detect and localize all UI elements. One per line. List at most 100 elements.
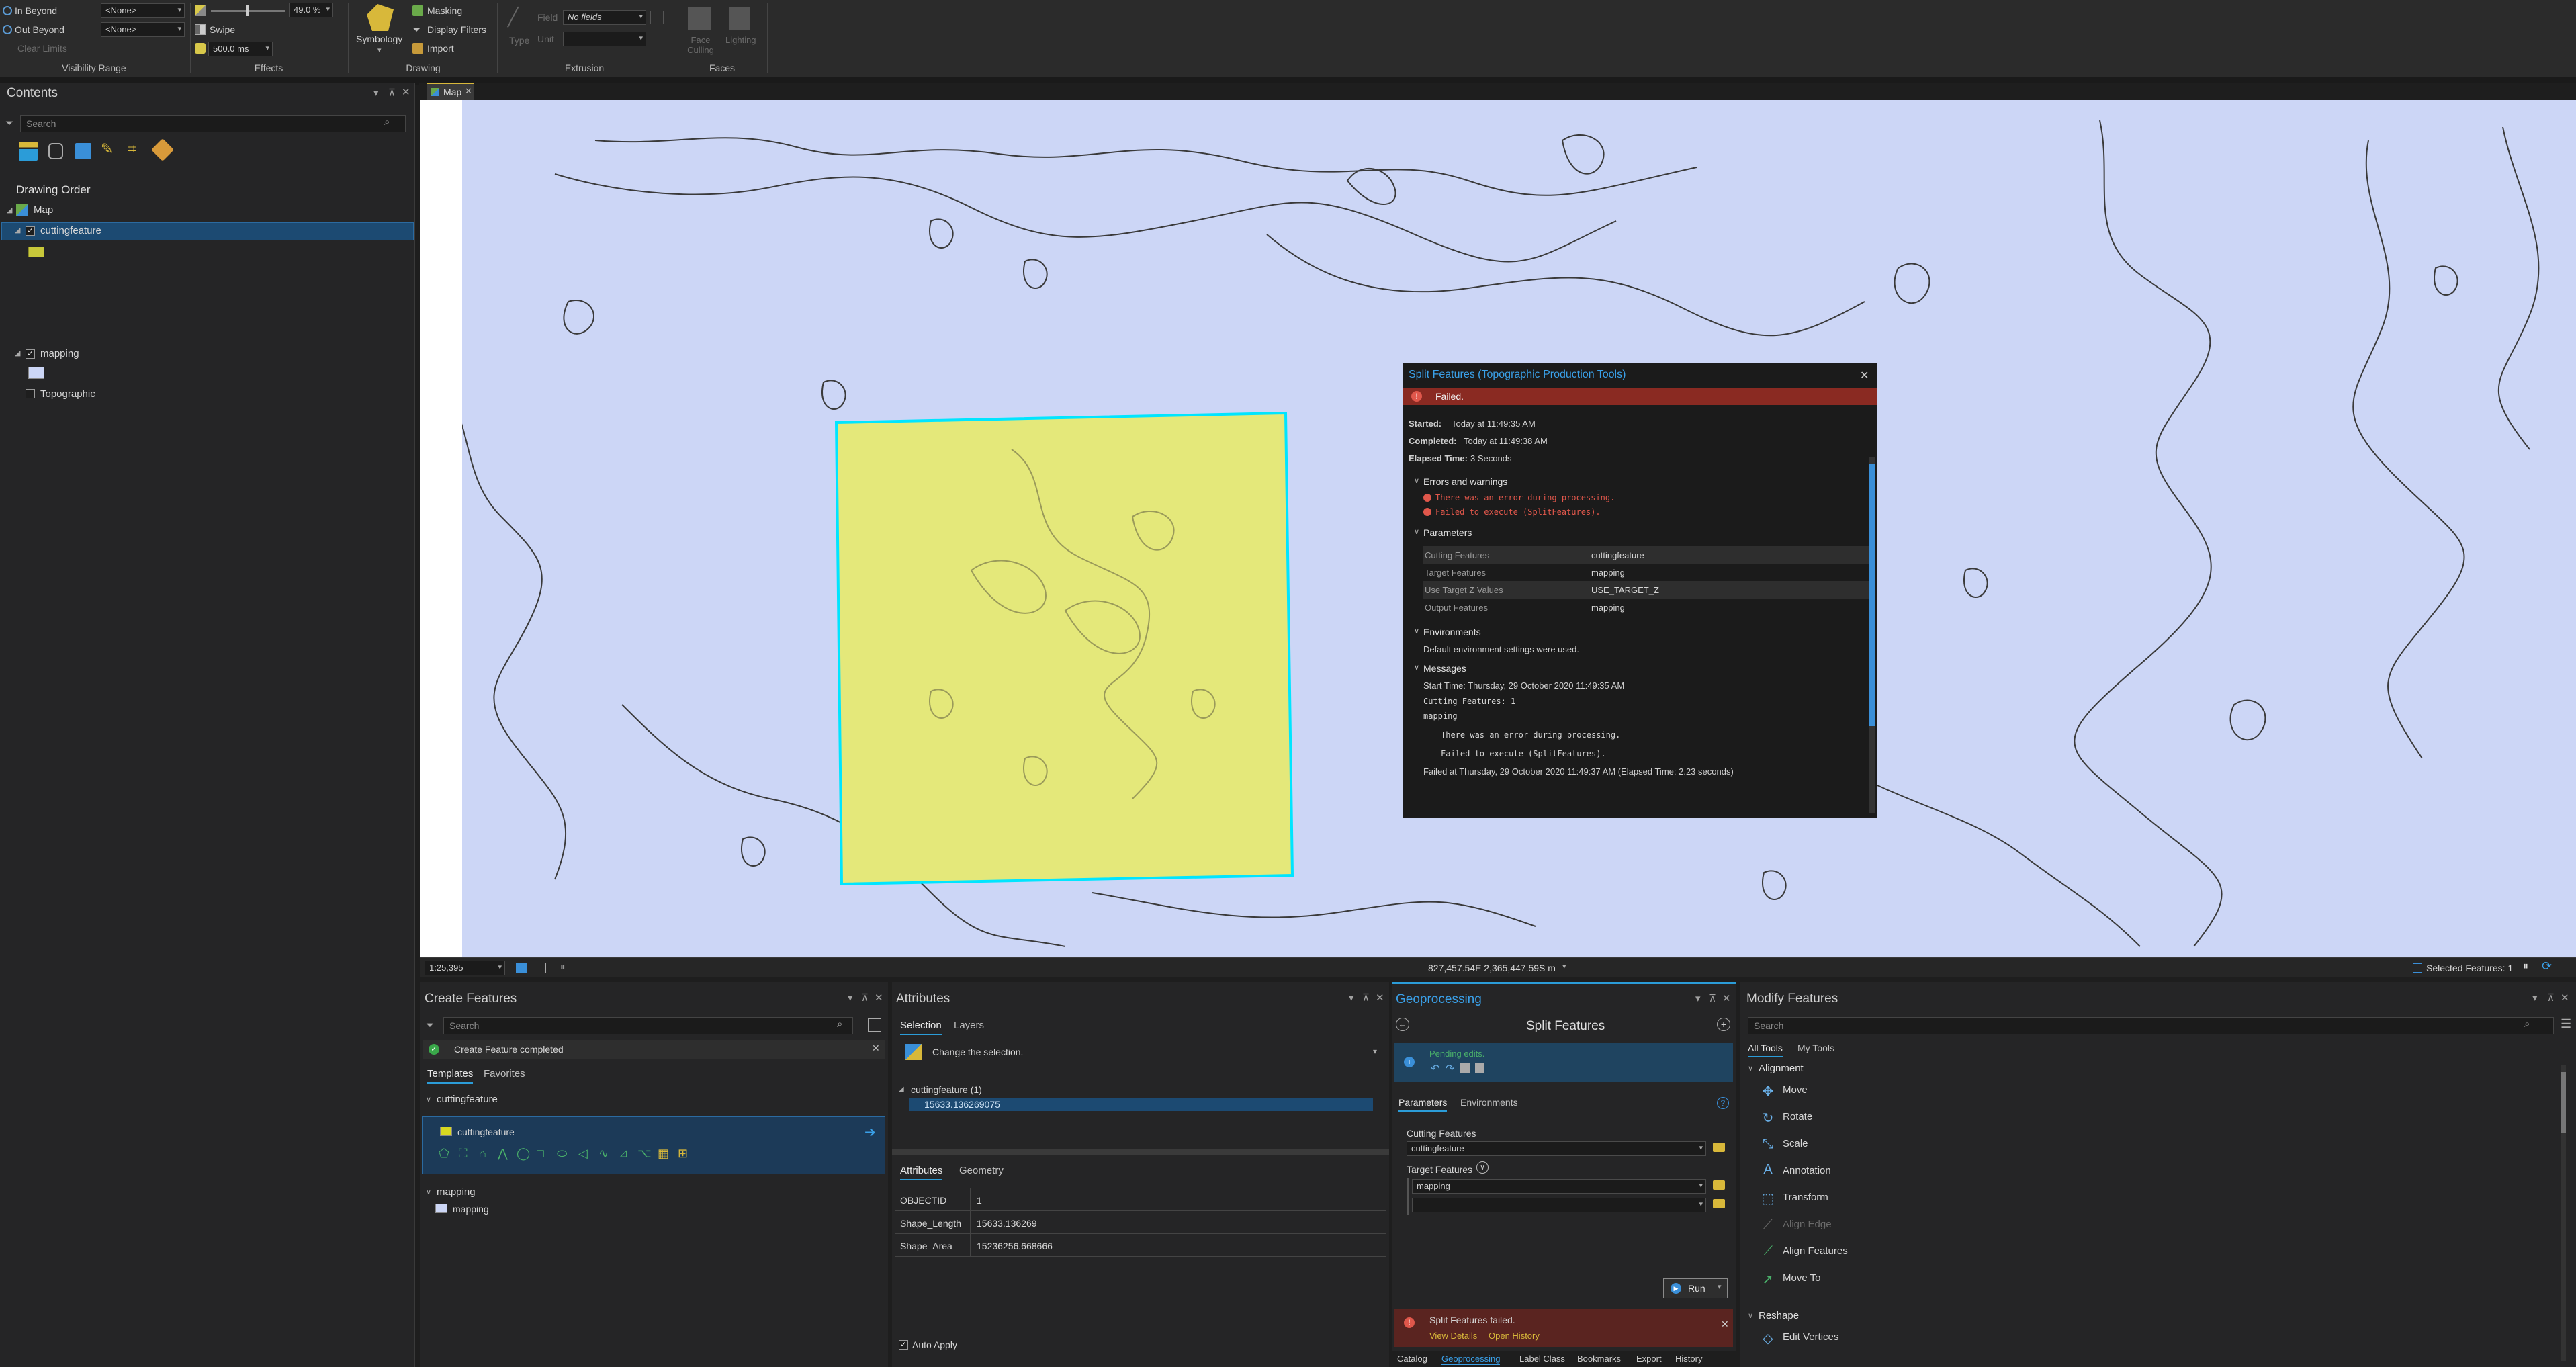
close-icon[interactable]: ✕ — [402, 86, 410, 98]
chevron-down-icon[interactable]: ▾ — [1373, 1047, 1377, 1056]
chevron-down-icon[interactable]: ∨ — [1414, 476, 1419, 485]
rectangle-tool-icon[interactable]: ⛶ — [459, 1147, 468, 1161]
layer-name[interactable]: mapping — [40, 348, 79, 359]
target-features-input[interactable]: mapping — [1412, 1179, 1706, 1194]
in-beyond-dropdown[interactable]: <None> — [101, 3, 185, 18]
contents-search-input[interactable]: Search — [20, 115, 406, 132]
tool-rotate[interactable]: ↻ Rotate — [1760, 1108, 2539, 1135]
field-value[interactable]: 15236256.668666 — [977, 1241, 1053, 1251]
refresh-icon[interactable]: ⟳ — [2542, 959, 2552, 973]
tab-templates[interactable]: Templates — [427, 1068, 474, 1084]
chevron-down-icon[interactable]: ▾ — [1718, 1282, 1722, 1291]
template-item-cuttingfeature[interactable]: cuttingfeature ➔ ⬠ ⛶ ⌂ ⋀ ◯ □ ⬭ ◁ ∿ ⊿ ⌥ ▦… — [422, 1116, 885, 1174]
redo-icon[interactable]: ↷ — [1446, 1062, 1454, 1075]
list-by-drawing-order-icon[interactable] — [19, 142, 38, 161]
chevron-down-icon[interactable]: ∨ — [1476, 1161, 1489, 1174]
target-features-input-empty[interactable] — [1412, 1198, 1706, 1212]
selected-features-count[interactable]: Selected Features: 1 — [2426, 963, 2513, 973]
scale-dropdown[interactable]: 1:25,395 — [425, 961, 505, 975]
expand-icon[interactable]: ◢ — [15, 226, 20, 234]
symbology-button[interactable]: Symbology — [356, 34, 402, 44]
help-icon[interactable]: ? — [1717, 1097, 1729, 1109]
messages-heading[interactable]: Messages — [1423, 663, 1466, 674]
open-history-link[interactable]: Open History — [1489, 1331, 1540, 1341]
polygon-tool-icon[interactable]: ⬠ — [439, 1147, 449, 1161]
expand-icon[interactable]: ◢ — [7, 206, 12, 214]
pause-drawing-icon[interactable]: ⏸ — [2523, 961, 2528, 973]
folder-icon[interactable] — [1713, 1199, 1725, 1208]
table-row[interactable]: Shape_Length 15633.136269 — [895, 1211, 1386, 1234]
tool-annotation[interactable]: A Annotation — [1760, 1162, 2539, 1189]
cut-tool-icon[interactable]: ▦ — [658, 1147, 669, 1161]
close-icon[interactable]: ✕ — [1721, 1319, 1729, 1330]
flicker-rate-input[interactable]: 500.0 ms — [208, 42, 273, 56]
pane-options-icon[interactable]: ▾ — [848, 991, 853, 1004]
auto-apply-label[interactable]: Auto Apply — [912, 1339, 957, 1350]
selection-tool-icon[interactable] — [905, 1044, 922, 1060]
tools-scrollbar-thumb[interactable] — [2561, 1072, 2566, 1133]
square-tool-icon[interactable]: □ — [537, 1147, 544, 1161]
autocomplete-tool-icon[interactable]: ⊿ — [619, 1147, 629, 1161]
tab-history[interactable]: History — [1675, 1354, 1702, 1364]
transparency-input[interactable]: 49.0 % — [289, 3, 333, 17]
alignment-heading[interactable]: Alignment — [1759, 1063, 1804, 1074]
filter-icon[interactable]: ⏷ — [5, 118, 13, 129]
menu-icon[interactable]: ☰ — [2561, 1017, 2571, 1031]
list-by-data-source-icon[interactable] — [48, 143, 63, 159]
tab-layers[interactable]: Layers — [954, 1020, 984, 1031]
tool-align-edge[interactable]: ⟋ Align Edge — [1760, 1216, 2539, 1243]
template-name[interactable]: mapping — [453, 1204, 489, 1215]
pane-options-icon[interactable]: ▾ — [1349, 991, 1354, 1004]
import-button[interactable]: Import — [427, 43, 454, 54]
errors-heading[interactable]: Errors and warnings — [1423, 476, 1507, 487]
chevron-down-icon[interactable]: ∨ — [1748, 1064, 1753, 1073]
chevron-down-icon[interactable]: ▾ — [1562, 962, 1566, 971]
tab-selection[interactable]: Selection — [900, 1020, 942, 1035]
view-details-link[interactable]: View Details — [1429, 1331, 1477, 1341]
cutting-features-input[interactable]: cuttingfeature — [1407, 1141, 1706, 1156]
chevron-down-icon[interactable]: ∨ — [1414, 663, 1419, 672]
close-icon[interactable]: ✕ — [2561, 991, 2569, 1004]
pin-icon[interactable]: ⊼ — [388, 87, 396, 99]
popup-scrollbar[interactable] — [1869, 457, 1875, 813]
expression-icon[interactable] — [650, 11, 664, 24]
field-value[interactable]: 1 — [977, 1195, 982, 1206]
list-by-labeling-icon[interactable] — [151, 138, 174, 161]
chevron-down-icon[interactable]: ∨ — [426, 1095, 431, 1104]
tab-geoprocessing[interactable]: Geoprocessing — [1441, 1354, 1501, 1365]
tab-map[interactable]: Map ✕ — [427, 83, 474, 100]
save-edits-icon[interactable] — [1460, 1063, 1470, 1073]
ruler-icon[interactable] — [531, 963, 541, 973]
tab-parameters[interactable]: Parameters — [1398, 1097, 1448, 1112]
streaming-tool-icon[interactable]: ∿ — [598, 1147, 609, 1161]
chevron-down-icon[interactable]: ∨ — [426, 1188, 431, 1196]
selected-feature-row[interactable]: 15633.136269075 — [909, 1098, 1373, 1111]
back-icon[interactable]: ← — [1396, 1018, 1409, 1031]
tab-label-class[interactable]: Label Class — [1519, 1354, 1565, 1364]
swipe-button[interactable]: Swipe — [210, 24, 235, 35]
map-node-label[interactable]: Map — [34, 204, 53, 216]
pane-options-icon[interactable]: ▾ — [2532, 991, 2538, 1004]
clear-limits-button[interactable]: Clear Limits — [17, 43, 67, 54]
layer-name[interactable]: cuttingfeature — [40, 225, 101, 236]
expand-icon[interactable]: ◢ — [15, 349, 20, 357]
grid-icon[interactable] — [516, 963, 527, 973]
list-by-snapping-icon[interactable]: ⌗ — [128, 140, 136, 158]
expand-icon[interactable]: ◢ — [899, 1086, 904, 1093]
popup-scrollbar-thumb[interactable] — [1869, 464, 1875, 726]
layer-symbol-swatch[interactable] — [28, 247, 44, 257]
layer-visibility-checkbox[interactable]: ✓ — [26, 226, 35, 236]
table-icon[interactable] — [545, 963, 556, 973]
layer-visibility-checkbox[interactable] — [26, 389, 35, 398]
tab-all-tools[interactable]: All Tools — [1748, 1043, 1783, 1057]
tool-transform[interactable]: ⬚ Transform — [1760, 1189, 2539, 1216]
pin-icon[interactable]: ⊼ — [861, 991, 869, 1004]
list-by-selection-icon[interactable] — [75, 143, 91, 159]
run-button[interactable]: ▶ Run ▾ — [1663, 1278, 1728, 1298]
reshape-heading[interactable]: Reshape — [1759, 1310, 1799, 1321]
tab-attributes[interactable]: Attributes — [900, 1165, 943, 1180]
field-dropdown[interactable]: No fields — [563, 10, 646, 25]
face-culling-button[interactable]: Face Culling — [684, 35, 717, 55]
in-beyond-label[interactable]: In Beyond — [15, 5, 57, 16]
tab-my-tools[interactable]: My Tools — [1797, 1043, 1834, 1053]
